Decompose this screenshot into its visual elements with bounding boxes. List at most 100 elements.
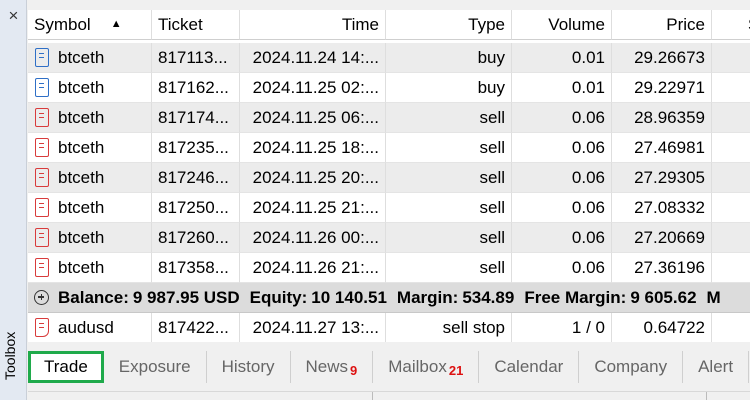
price-cell: 29.22971 (612, 73, 712, 103)
volume-cell: 0.06 (512, 253, 612, 283)
tab-news[interactable]: News 9 (291, 351, 374, 383)
tab-calendar[interactable]: Calendar (479, 351, 580, 383)
equity-label: Equity: (249, 288, 308, 307)
sl-cell (712, 253, 750, 283)
ticket-cell: 817113... (152, 43, 240, 73)
symbol-cell: btceth (28, 103, 152, 133)
unread-count-badge: 9 (350, 363, 358, 378)
volume-cell: 0.01 (512, 73, 612, 103)
time-cell: 2024.11.25 21:... (240, 193, 386, 223)
column-header-type[interactable]: Type (386, 10, 512, 40)
tab-label: Company (594, 357, 668, 376)
time-cell: 2024.11.27 13:... (240, 313, 386, 342)
symbol-cell: btceth (28, 73, 152, 103)
ticket-cell: 817162... (152, 73, 240, 103)
symbol-text: btceth (58, 78, 105, 97)
equity-value: 10 140.51 (311, 288, 387, 307)
volume-cell: 0.06 (512, 223, 612, 253)
table-header: Symbol ▲ Ticket Time Type Volume Price S … (28, 10, 750, 40)
tab-trade[interactable]: Trade (28, 351, 104, 383)
type-cell: sell (386, 103, 512, 133)
price-cell: 27.29305 (612, 163, 712, 193)
toolbox-tab-bar: Trade Exposure History News 9 Mailbox 21 Calend… (28, 350, 750, 384)
sell-order-icon (35, 167, 49, 187)
free-margin-value: 9 605.62 (630, 288, 697, 307)
tab-label: Alert (698, 357, 734, 376)
symbol-cell: btceth (28, 133, 152, 163)
pending-order-icon (35, 317, 49, 337)
column-header-label: Symbol (34, 15, 91, 34)
column-header-price[interactable]: Price (612, 10, 712, 40)
table-row[interactable]: btceth 817260... 2024.11.26 00:... sell 0.06… (28, 223, 750, 253)
symbol-cell: audusd (28, 313, 152, 342)
tab-mailbox[interactable]: Mailbox 21 (373, 351, 480, 383)
ticket-cell: 817250... (152, 193, 240, 223)
type-cell: sell (386, 223, 512, 253)
table-row[interactable]: btceth 817358... 2024.11.26 21:... sell 0.06… (28, 253, 750, 283)
symbol-cell: btceth (28, 193, 152, 223)
price-cell: 27.36196 (612, 253, 712, 283)
column-header-label: S / (718, 15, 750, 34)
type-cell: sell (386, 163, 512, 193)
column-header-time[interactable]: Time (240, 10, 386, 40)
tab-company[interactable]: Company (579, 351, 684, 383)
column-header-ticket[interactable]: Ticket (152, 10, 240, 40)
table-row[interactable]: btceth 817250... 2024.11.25 21:... sell 0.06… (28, 193, 750, 223)
time-cell: 2024.11.24 14:... (240, 43, 386, 73)
volume-cell: 1 / 0 (512, 313, 612, 342)
tab-label: News (305, 357, 349, 376)
time-cell: 2024.11.25 18:... (240, 133, 386, 163)
tab-exposure[interactable]: Exposure (104, 351, 207, 383)
volume-cell: 0.06 (512, 193, 612, 223)
column-header-volume[interactable]: Volume (512, 10, 612, 40)
sl-cell (712, 163, 750, 193)
symbol-cell: btceth (28, 253, 152, 283)
sl-cell (712, 133, 750, 163)
sl-cell (712, 43, 750, 73)
symbol-text: audusd (58, 318, 114, 337)
sell-order-icon (35, 197, 49, 217)
sell-order-icon (35, 107, 49, 127)
close-icon[interactable]: × (6, 7, 21, 25)
buy-order-icon (35, 47, 49, 67)
table-row[interactable]: btceth 817235... 2024.11.25 18:... sell 0.06… (28, 133, 750, 163)
ticket-cell: 817235... (152, 133, 240, 163)
sort-ascending-icon: ▲ (110, 17, 122, 30)
tab-history[interactable]: History (207, 351, 291, 383)
symbol-cell: btceth (28, 223, 152, 253)
volume-cell: 0.01 (512, 43, 612, 73)
tab-label: Mailbox (388, 357, 447, 376)
margin-label: Margin: (396, 288, 459, 307)
symbol-text: btceth (58, 48, 105, 67)
unread-count-badge: 21 (448, 363, 464, 378)
balance-value: 9 987.95 USD (132, 288, 240, 307)
column-header-symbol[interactable]: Symbol ▲ (28, 10, 152, 40)
table-row[interactable]: btceth 817174... 2024.11.25 06:... sell 0.06… (28, 103, 750, 133)
volume-cell: 0.06 (512, 163, 612, 193)
toolbox-panel-strip: × Toolbox (0, 0, 27, 400)
table-row[interactable]: btceth 817113... 2024.11.24 14:... buy 0.01 2… (28, 43, 750, 73)
type-cell: sell stop (386, 313, 512, 342)
tab-alert[interactable]: Alert (683, 351, 750, 383)
balance-summary-row[interactable]: Balance: 9 987.95 USD Equity: 10 140.51 Marg… (28, 283, 750, 313)
table-row[interactable]: btceth 817162... 2024.11.25 02:... buy 0.01 2… (28, 73, 750, 103)
table-row[interactable]: btceth 817246... 2024.11.25 20:... sell 0.06… (28, 163, 750, 193)
type-cell: sell (386, 133, 512, 163)
sl-cell (712, 103, 750, 133)
tab-label: Trade (44, 357, 88, 376)
ticket-cell: 817358... (152, 253, 240, 283)
price-cell: 29.26673 (612, 43, 712, 73)
pending-order-row[interactable]: audusd 817422... 2024.11.27 13:... sell … (28, 313, 750, 342)
price-cell: 28.96359 (612, 103, 712, 133)
symbol-text: btceth (58, 258, 105, 277)
divider (706, 392, 707, 400)
status-strip (28, 391, 750, 400)
price-cell: 27.08332 (612, 193, 712, 223)
margin-value: 534.89 (462, 288, 515, 307)
free-margin-label: Free Margin: (524, 288, 627, 307)
price-cell: 0.64722 (612, 313, 712, 342)
expand-plus-icon[interactable] (34, 289, 49, 305)
column-header-sl[interactable]: S / (712, 10, 750, 40)
price-cell: 27.20669 (612, 223, 712, 253)
tab-label: Calendar (494, 357, 564, 376)
